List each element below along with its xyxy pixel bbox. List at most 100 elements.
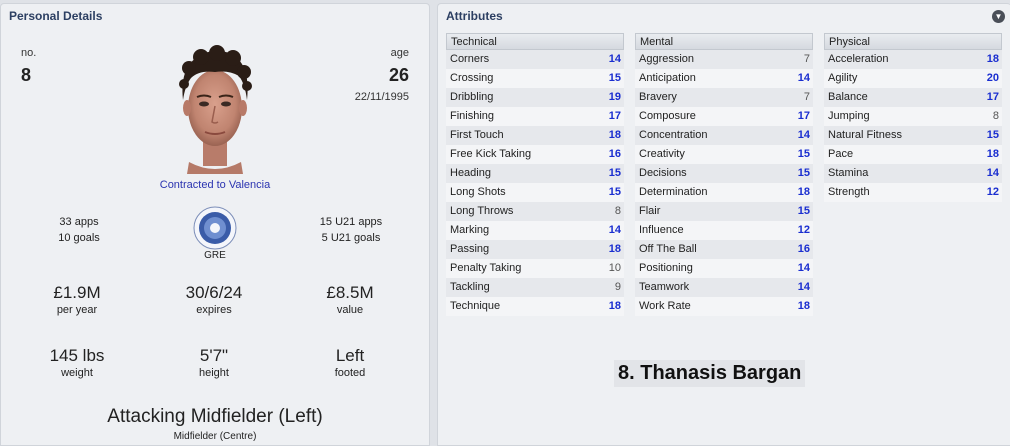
attribute-row: Pace 18 bbox=[824, 145, 1002, 164]
technical-attributes-column: Technical Corners 14 Crossing 15 Dribbling 19… bbox=[446, 33, 624, 316]
attribute-name: Corners bbox=[450, 53, 490, 65]
attribute-row: Influence 12 bbox=[635, 221, 813, 240]
chevron-down-icon[interactable]: ▼ bbox=[992, 10, 1005, 23]
attribute-row: Work Rate 18 bbox=[635, 297, 813, 316]
attribute-value: 9 bbox=[614, 281, 621, 293]
wage-label: per year bbox=[56, 304, 98, 316]
attribute-row: Decisions 15 bbox=[635, 164, 813, 183]
attribute-value: 14 bbox=[797, 262, 810, 274]
attribute-row: Flair 15 bbox=[635, 202, 813, 221]
attribute-value: 18 bbox=[608, 300, 621, 312]
attribute-value: 20 bbox=[986, 72, 999, 84]
attribute-name: Finishing bbox=[450, 110, 495, 122]
primary-position: Attacking Midfielder (Left) bbox=[107, 406, 323, 427]
attribute-name: Decisions bbox=[639, 167, 687, 179]
mental-attributes-column: Mental Aggression 7 Anticipation 14 Bravery 7… bbox=[635, 33, 813, 316]
attribute-row: Bravery 7 bbox=[635, 88, 813, 107]
attribute-name: Dribbling bbox=[450, 91, 494, 103]
attribute-value: 14 bbox=[797, 281, 810, 293]
height-label: height bbox=[199, 367, 229, 379]
attribute-value: 18 bbox=[797, 300, 810, 312]
attribute-value: 17 bbox=[608, 110, 621, 122]
attribute-name: Passing bbox=[450, 243, 490, 255]
attribute-value: 19 bbox=[608, 91, 621, 103]
attribute-value: 7 bbox=[803, 91, 810, 103]
contract-link[interactable]: Contracted to Valencia bbox=[1, 179, 429, 191]
national-federation-badge-icon bbox=[193, 206, 237, 250]
wage-value: £1.9M bbox=[53, 283, 101, 302]
attribute-value: 15 bbox=[797, 205, 810, 217]
attribute-row: Heading 15 bbox=[446, 164, 624, 183]
attribute-name: Positioning bbox=[639, 262, 693, 274]
senior-apps: 33 apps bbox=[59, 216, 99, 228]
attribute-value: 14 bbox=[608, 224, 621, 236]
weight-label: weight bbox=[61, 367, 93, 379]
attribute-value: 16 bbox=[797, 243, 810, 255]
attribute-name: Balance bbox=[828, 91, 868, 103]
attribute-row: Stamina 14 bbox=[824, 164, 1002, 183]
attribute-name: Off The Ball bbox=[639, 243, 697, 255]
attribute-row: Acceleration 18 bbox=[824, 50, 1002, 69]
senior-goals: 10 goals bbox=[58, 232, 100, 244]
attribute-value: 14 bbox=[797, 129, 810, 141]
player-face-image bbox=[179, 45, 252, 174]
attribute-row: Strength 12 bbox=[824, 183, 1002, 202]
age-label: age bbox=[390, 47, 409, 59]
attribute-name: Composure bbox=[639, 110, 696, 122]
attribute-row: Long Shots 15 bbox=[446, 183, 624, 202]
attribute-value: 14 bbox=[986, 167, 999, 179]
attribute-name: Work Rate bbox=[639, 300, 691, 312]
attribute-name: Marking bbox=[450, 224, 490, 236]
attribute-name: Creativity bbox=[639, 148, 685, 160]
attribute-name: Penalty Taking bbox=[450, 262, 522, 274]
attribute-value: 14 bbox=[797, 72, 810, 84]
nationality-label: GRE bbox=[204, 250, 226, 261]
weight-value: 145 lbs bbox=[49, 346, 105, 365]
attribute-value: 12 bbox=[797, 224, 810, 236]
contract-expiry-label: expires bbox=[196, 304, 232, 316]
attribute-row: Finishing 17 bbox=[446, 107, 624, 126]
attribute-row: Free Kick Taking 16 bbox=[446, 145, 624, 164]
attribute-name: Technique bbox=[450, 300, 501, 312]
age-value: 26 bbox=[388, 65, 409, 85]
attribute-row: Off The Ball 16 bbox=[635, 240, 813, 259]
attribute-value: 14 bbox=[608, 53, 621, 65]
attribute-row: Determination 18 bbox=[635, 183, 813, 202]
attribute-name: Jumping bbox=[828, 110, 870, 122]
attribute-row: Positioning 14 bbox=[635, 259, 813, 278]
attribute-name: Natural Fitness bbox=[828, 129, 902, 141]
attribute-name: Anticipation bbox=[639, 72, 696, 84]
attribute-value: 15 bbox=[608, 186, 621, 198]
attribute-name: Bravery bbox=[639, 91, 677, 103]
attribute-name: Flair bbox=[639, 205, 661, 217]
attribute-name: Tackling bbox=[450, 281, 490, 293]
attribute-value: 18 bbox=[986, 148, 999, 160]
attribute-row: Concentration 14 bbox=[635, 126, 813, 145]
attribute-row: Natural Fitness 15 bbox=[824, 126, 1002, 145]
attribute-row: First Touch 18 bbox=[446, 126, 624, 145]
attribute-row: Corners 14 bbox=[446, 50, 624, 69]
attribute-row: Teamwork 14 bbox=[635, 278, 813, 297]
physical-header: Physical bbox=[824, 33, 1002, 50]
attribute-value: 16 bbox=[608, 148, 621, 160]
attribute-row: Technique 18 bbox=[446, 297, 624, 316]
attribute-row: Crossing 15 bbox=[446, 69, 624, 88]
attribute-row: Dribbling 19 bbox=[446, 88, 624, 107]
attribute-row: Long Throws 8 bbox=[446, 202, 624, 221]
attribute-name: Influence bbox=[639, 224, 684, 236]
attribute-row: Composure 17 bbox=[635, 107, 813, 126]
foot-value: Left bbox=[335, 346, 365, 365]
squad-number: 8 bbox=[21, 65, 32, 85]
secondary-position: Midfielder (Centre) bbox=[173, 431, 257, 442]
player-name-heading: 8. Thanasis Bargan bbox=[614, 360, 806, 387]
attribute-name: Free Kick Taking bbox=[450, 148, 532, 160]
attribute-value: 8 bbox=[992, 110, 999, 122]
attribute-name: Teamwork bbox=[639, 281, 690, 293]
attribute-row: Marking 14 bbox=[446, 221, 624, 240]
attribute-value: 10 bbox=[608, 262, 621, 274]
attribute-value: 15 bbox=[608, 167, 621, 179]
attribute-value: 17 bbox=[797, 110, 810, 122]
attribute-value: 18 bbox=[797, 186, 810, 198]
attribute-name: Stamina bbox=[828, 167, 869, 179]
contract-expiry-value: 30/6/24 bbox=[185, 283, 243, 302]
